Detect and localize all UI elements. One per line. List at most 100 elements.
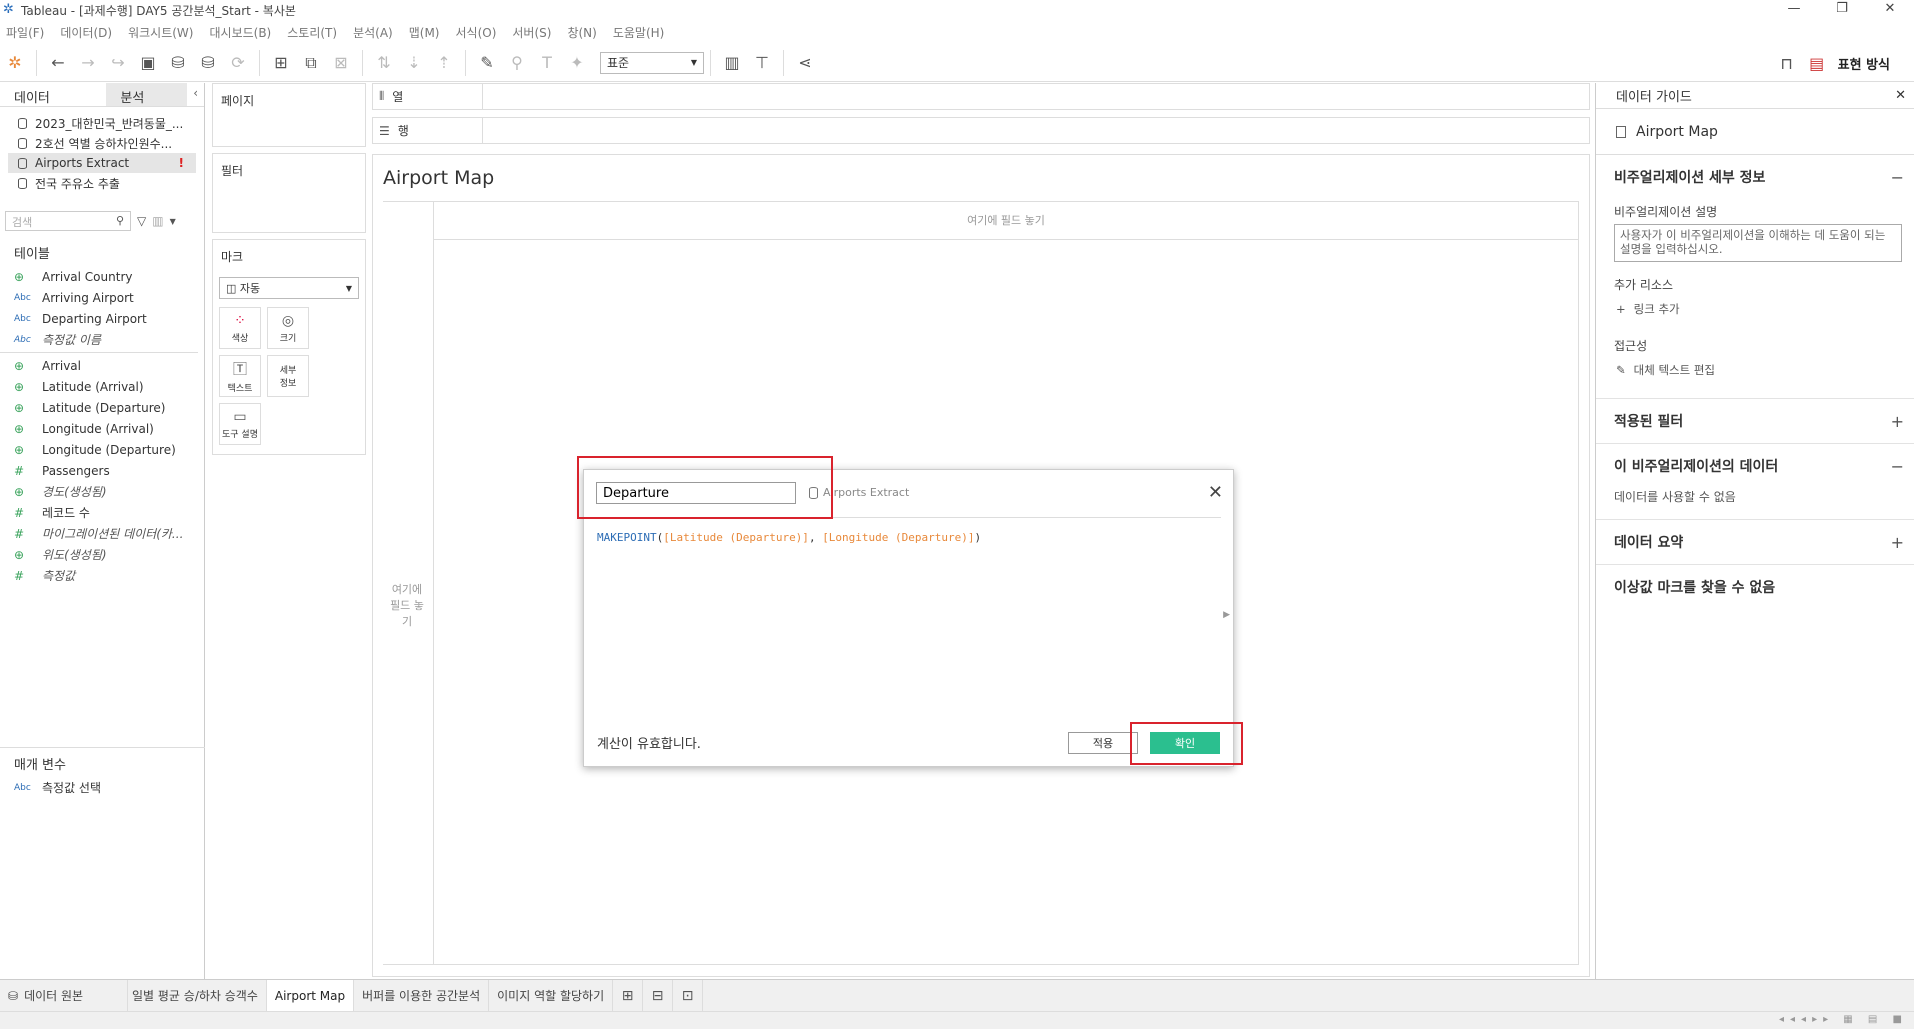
menu-window[interactable]: 창(N) [567, 24, 596, 41]
expand-icon[interactable]: + [1891, 533, 1904, 552]
field-item[interactable]: # Passengers [0, 460, 204, 481]
presentation-mode-icon[interactable]: ⊤ [750, 51, 774, 75]
menu-format[interactable]: 서식(O) [456, 24, 497, 41]
replay-icon[interactable]: ↪ [106, 51, 130, 75]
sheet-tab[interactable]: 버퍼를 이용한 공간분석 [354, 979, 490, 1012]
detail-button[interactable]: 세부 정보 [267, 355, 309, 397]
menu-file[interactable]: 파일(F) [6, 24, 44, 41]
device-preview-icon[interactable]: ⊓ [1775, 51, 1799, 75]
view-toggle-icons[interactable]: ◂◂◂▸▸ ▦ ▤ ■ [1779, 1014, 1908, 1025]
collapse-icon[interactable]: − [1891, 168, 1904, 187]
field-item[interactable]: Abc 측정값 이름 [0, 329, 204, 350]
menu-worksheet[interactable]: 워크시트(W) [128, 24, 193, 41]
field-item[interactable]: ⊕ Longitude (Arrival) [0, 418, 204, 439]
sheet-tab[interactable]: 이미지 역할 할당하기 [489, 979, 614, 1012]
filter-icon[interactable]: ▽ [137, 214, 146, 228]
description-textarea[interactable]: 사용자가 이 비주얼리제이션을 이해하는 데 도움이 되는 설명을 입력하십시오… [1614, 224, 1902, 262]
sort-desc-icon[interactable]: ⇡ [432, 51, 456, 75]
expand-functions-icon[interactable]: ▶ [1223, 610, 1230, 620]
undo-icon[interactable]: ← [46, 51, 70, 75]
field-item[interactable]: ⊕ 위도(생성됨) [0, 544, 204, 565]
field-item[interactable]: ⊕ Arrival [0, 355, 204, 376]
share-icon[interactable]: ⋖ [793, 51, 817, 75]
tableau-home-icon[interactable]: ✲ [3, 51, 27, 75]
drop-field-top[interactable]: 여기에 필드 놓기 [434, 202, 1578, 240]
menu-data[interactable]: 데이터(D) [60, 24, 112, 41]
field-item[interactable]: ⊕ Latitude (Arrival) [0, 376, 204, 397]
search-input[interactable]: 검색 ⚲ [5, 211, 131, 231]
group-icon[interactable]: ⚲ [505, 51, 529, 75]
tab-analysis[interactable]: 분석 [106, 83, 188, 106]
tab-data[interactable]: 데이터 [0, 83, 107, 106]
apply-button[interactable]: 적용 [1068, 732, 1138, 754]
new-worksheet-icon[interactable]: ⊞ [269, 51, 293, 75]
field-item[interactable]: ⊕ Latitude (Departure) [0, 397, 204, 418]
close-icon[interactable]: ✕ [1895, 88, 1906, 103]
collapse-icon[interactable]: − [1891, 457, 1904, 476]
view-options-icon[interactable]: ▥ [152, 214, 163, 228]
size-button[interactable]: ◎ 크기 [267, 307, 309, 349]
field-item[interactable]: ⊕ 경도(생성됨) [0, 481, 204, 502]
close-icon[interactable]: ✕ [1208, 482, 1223, 503]
clear-sheet-icon[interactable]: ⊠ [329, 51, 353, 75]
show-me-chart-icon[interactable]: ▤ [1805, 51, 1829, 75]
menu-story[interactable]: 스토리(T) [287, 24, 337, 41]
redo-icon[interactable]: → [76, 51, 100, 75]
edit-alt-text-button[interactable]: ✎ 대체 텍스트 편집 [1616, 362, 1904, 378]
sheet-title[interactable]: Airport Map [383, 167, 494, 189]
formula-editor[interactable]: MAKEPOINT([Latitude (Departure)], [Longi… [597, 531, 981, 544]
label-button[interactable]: 🅃 텍스트 [219, 355, 261, 397]
tooltip-button[interactable]: ▭ 도구 설명 [219, 403, 261, 445]
field-item[interactable]: Abc Departing Airport [0, 308, 204, 329]
mark-type-select[interactable]: ◫ 자동 ▼ [219, 277, 359, 299]
maximize-button[interactable]: ❐ [1818, 0, 1866, 18]
close-window-button[interactable]: ✕ [1866, 0, 1914, 18]
pause-updates-icon[interactable]: ⛁ [196, 51, 220, 75]
menu-dashboard[interactable]: 대시보드(B) [209, 24, 271, 41]
field-item[interactable]: ⊕ Longitude (Departure) [0, 439, 204, 460]
field-item[interactable]: ⊕ Arrival Country [0, 266, 204, 287]
swap-icon[interactable]: ⇅ [372, 51, 396, 75]
highlight-icon[interactable]: ✎ [475, 51, 499, 75]
menu-analysis[interactable]: 분석(A) [353, 24, 393, 41]
field-item[interactable]: Abc Arriving Airport [0, 287, 204, 308]
columns-shelf[interactable]: ⦀ 열 [372, 83, 1590, 110]
new-story-icon[interactable]: ⊡ [673, 979, 704, 1012]
datasource-item-selected[interactable]: Airports Extract! [8, 153, 196, 173]
chevron-down-icon[interactable]: ▼ [170, 217, 176, 226]
drop-field-left[interactable]: 여기에 필드 놓기 [387, 582, 427, 630]
pages-shelf[interactable]: 페이지 [212, 83, 366, 147]
tab-data-source[interactable]: ⛁ 데이터 원본 [0, 979, 128, 1012]
minimize-button[interactable]: — [1770, 0, 1818, 18]
new-worksheet-icon[interactable]: ⊞ [613, 979, 644, 1012]
sheet-tab-active[interactable]: Airport Map [266, 979, 355, 1012]
sort-asc-icon[interactable]: ⇣ [402, 51, 426, 75]
refresh-icon[interactable]: ⟳ [226, 51, 250, 75]
pin-icon[interactable]: ✦ [565, 51, 589, 75]
color-button[interactable]: ⁘ 색상 [219, 307, 261, 349]
datasource-item[interactable]: 2호선 역별 승하차인원수... [0, 133, 204, 153]
new-dashboard-icon[interactable]: ⊟ [643, 979, 674, 1012]
filters-shelf[interactable]: 필터 [212, 153, 366, 233]
sheet-tab[interactable]: 일별 평균 승/하차 승객수 [128, 979, 267, 1012]
show-me-icon[interactable]: ▥ [720, 51, 744, 75]
menu-help[interactable]: 도움말(H) [613, 24, 665, 41]
expand-icon[interactable]: + [1891, 412, 1904, 431]
new-datasource-icon[interactable]: ⛁ [166, 51, 190, 75]
collapse-icon[interactable]: ‹ [187, 83, 204, 106]
field-item[interactable]: # 마이그레이션된 데이터(카... [0, 523, 204, 544]
datasource-item[interactable]: 전국 주유소 추출 [0, 173, 204, 193]
view-size-select[interactable]: 표준 ▼ [600, 51, 704, 74]
field-item[interactable]: # 측정값 [0, 565, 204, 586]
rows-shelf[interactable]: ☰ 행 [372, 117, 1590, 144]
parameter-item[interactable]: Abc 측정값 선택 [0, 777, 205, 798]
field-item[interactable]: # 레코드 수 [0, 502, 204, 523]
datasource-item[interactable]: 2023_대한민국_반려동물_... [0, 113, 204, 133]
add-link-button[interactable]: + 링크 추가 [1616, 301, 1904, 317]
duplicate-icon[interactable]: ⧉ [299, 51, 323, 75]
present-button[interactable]: 표현 방식 [1838, 54, 1890, 73]
menu-server[interactable]: 서버(S) [512, 24, 551, 41]
save-icon[interactable]: ▣ [136, 51, 160, 75]
labels-icon[interactable]: T [535, 51, 559, 75]
menu-map[interactable]: 맵(M) [409, 24, 440, 41]
